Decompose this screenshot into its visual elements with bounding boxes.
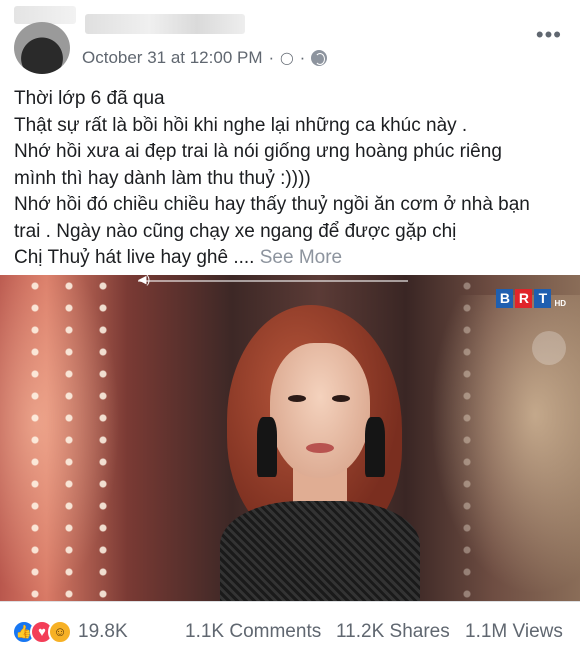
timestamp[interactable]: October 31 at 12:00 PM (82, 48, 263, 68)
reactions-count: 19.8K (78, 621, 128, 642)
see-more-link[interactable]: See More (260, 247, 342, 268)
more-options-icon[interactable]: ••• (536, 24, 562, 46)
separator: · (268, 48, 275, 67)
earring (365, 417, 385, 477)
post-stats: 👍 ♥ ☺ 19.8K 1.1K Comments 11.2K Shares 1… (0, 601, 580, 664)
shares-count[interactable]: 11.2K Shares (336, 621, 450, 643)
post-line: Nhớ hồi xưa ai đẹp trai là nói giống ưng… (14, 141, 502, 162)
post-line: Thời lớp 6 đã qua (14, 88, 165, 109)
comments-count[interactable]: 1.1K Comments (185, 621, 321, 643)
logo-hd: HD (554, 299, 566, 308)
post-line: mình thì hay dành làm thu thuỷ :)))) (14, 167, 311, 189)
post-line: Chị Thuỷ hát live hay ghê .... (14, 247, 255, 268)
eye (288, 395, 306, 402)
face (270, 343, 370, 478)
separator: · (299, 48, 306, 67)
video-progress-bar[interactable] (138, 280, 408, 282)
logo-letter: T (534, 289, 552, 308)
video-frame-person (175, 305, 445, 601)
post-line: trai . Ngày nào cũng chạy xe ngang để đư… (14, 220, 457, 242)
post-line: Nhớ hồi đó chiều chiều hay thấy thuỷ ngồ… (14, 194, 530, 215)
post-meta: October 31 at 12:00 PM · ◯ · (82, 48, 328, 68)
stage-light (96, 275, 110, 601)
edit-history-icon: ◯ (280, 51, 294, 65)
stage-light (62, 275, 76, 601)
stage-light (28, 275, 42, 601)
eye (332, 395, 350, 402)
views-count: 1.1M Views (465, 621, 563, 642)
lace-top (220, 501, 420, 601)
haha-icon: ☺ (48, 620, 72, 644)
video-player[interactable]: ◀) B R T HD (0, 275, 580, 601)
lips (306, 443, 334, 453)
post-line-last: Chị Thuỷ hát live hay ghê .... See More (14, 245, 570, 272)
blurred-author-name (85, 14, 245, 34)
reactions-summary[interactable]: 👍 ♥ ☺ 19.8K (12, 620, 128, 644)
fullscreen-icon[interactable] (532, 331, 566, 365)
post-header: October 31 at 12:00 PM · ◯ · ••• (0, 0, 580, 78)
logo-letter: R (515, 289, 533, 308)
channel-logo: B R T HD (496, 289, 566, 308)
post-line: Thật sự rất là bồi hồi khi nghe lại nhữn… (14, 114, 468, 136)
logo-letter: B (496, 289, 514, 308)
earring (257, 417, 277, 477)
avatar[interactable] (14, 22, 70, 74)
post-text: Thời lớp 6 đã qua Thật sự rất là bồi hồi… (14, 86, 570, 272)
globe-icon[interactable] (311, 50, 328, 66)
